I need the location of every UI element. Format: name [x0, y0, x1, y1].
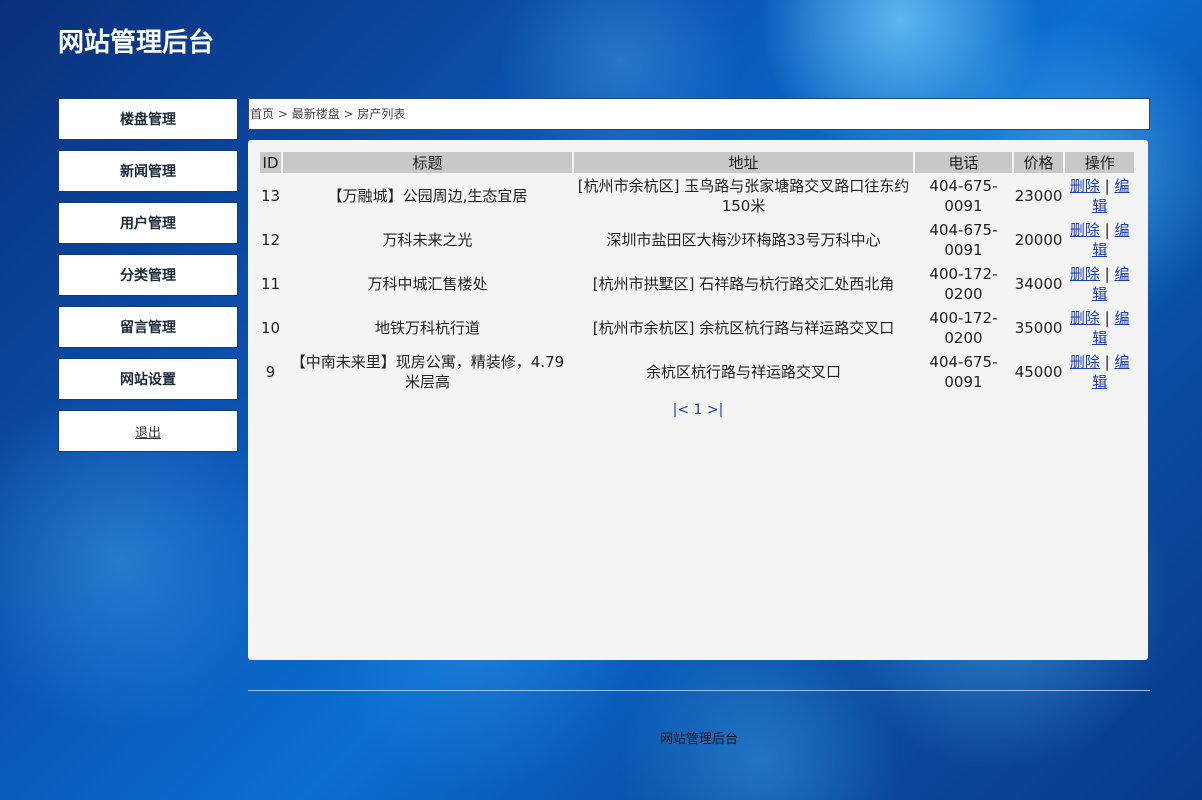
table-row: 12 万科未来之光 深圳市盐田区大梅沙环梅路33号万科中心 404-675-00…: [260, 219, 1134, 261]
ops-separator: |: [1104, 221, 1110, 239]
cell-operations: 删除 | 编辑: [1065, 175, 1134, 217]
cell-title: 地铁万科杭行道: [374, 319, 480, 337]
cell-id: 10: [261, 319, 281, 337]
cell-price: 23000: [1014, 187, 1063, 205]
delete-link[interactable]: 删除: [1070, 353, 1100, 371]
ops-separator: |: [1104, 265, 1110, 283]
column-header-phone: 电话: [915, 152, 1012, 173]
ops-separator: |: [1104, 309, 1110, 327]
cell-phone: 404-675-0091: [929, 221, 998, 259]
cell-id: 13: [261, 187, 281, 205]
table-row: 9 【中南未来里】现房公寓，精装修，4.79米层高 余杭区杭行路与祥运路交叉口 …: [260, 351, 1134, 393]
table-row: 10 地铁万科杭行道 [杭州市余杭区] 余杭区杭行路与祥运路交叉口 400-17…: [260, 307, 1134, 349]
pager-last-link[interactable]: >|: [707, 402, 723, 418]
cell-price: 34000: [1014, 275, 1063, 293]
column-header-operations: 操作: [1065, 152, 1134, 173]
pager-first-link[interactable]: |<: [673, 402, 689, 418]
sidebar-item-category-management[interactable]: 分类管理: [58, 254, 238, 296]
cell-id: 12: [261, 231, 281, 249]
table-row: 11 万科中城汇售楼处 [杭州市拱墅区] 石祥路与杭行路交汇处西北角 400-1…: [260, 263, 1134, 305]
cell-title: 万科未来之光: [382, 231, 473, 249]
ops-separator: |: [1104, 177, 1110, 195]
footer-text: 网站管理后台: [659, 732, 738, 747]
cell-operations: 删除 | 编辑: [1065, 351, 1134, 393]
cell-operations: 删除 | 编辑: [1065, 307, 1134, 349]
pager-page-link[interactable]: 1: [694, 402, 703, 418]
breadcrumb: 首页 > 最新楼盘 > 房产列表: [248, 98, 1150, 130]
column-header-id: ID: [260, 152, 282, 173]
cell-phone: 400-172-0200: [929, 265, 998, 303]
cell-operations: 删除 | 编辑: [1065, 263, 1134, 305]
table-header-row: ID 标题 地址 电话 价格 操作: [260, 152, 1134, 173]
column-header-address: 地址: [573, 152, 914, 173]
property-table: ID 标题 地址 电话 价格 操作 13 【万融城】公园周边,生态宜居 [杭州市…: [258, 150, 1136, 395]
cell-address: [杭州市余杭区] 余杭区杭行路与祥运路交叉口: [592, 319, 895, 337]
content-panel: ID 标题 地址 电话 价格 操作 13 【万融城】公园周边,生态宜居 [杭州市…: [248, 140, 1148, 660]
cell-phone: 400-172-0200: [929, 309, 998, 347]
delete-link[interactable]: 删除: [1070, 265, 1100, 283]
footer-divider: [248, 690, 1150, 691]
cell-price: 35000: [1014, 319, 1063, 337]
site-title: 网站管理后台: [58, 28, 215, 58]
cell-address: [杭州市余杭区] 玉鸟路与张家塘路交叉路口往东约150米: [577, 177, 910, 215]
sidebar-item-news-management[interactable]: 新闻管理: [58, 150, 238, 192]
ops-separator: |: [1104, 353, 1110, 371]
delete-link[interactable]: 删除: [1070, 221, 1100, 239]
cell-address: [杭州市拱墅区] 石祥路与杭行路交汇处西北角: [592, 275, 895, 293]
cell-address: 余杭区杭行路与祥运路交叉口: [646, 363, 842, 381]
cell-address: 深圳市盐田区大梅沙环梅路33号万科中心: [606, 231, 881, 249]
breadcrumb-section-link[interactable]: 最新楼盘: [292, 107, 340, 121]
pagination: |< 1 >|: [248, 402, 1148, 418]
cell-operations: 删除 | 编辑: [1065, 219, 1134, 261]
cell-price: 20000: [1014, 231, 1063, 249]
breadcrumb-current: 房产列表: [357, 107, 406, 121]
breadcrumb-home-link[interactable]: 首页: [250, 107, 274, 121]
sidebar-nav: 楼盘管理 新闻管理 用户管理 分类管理 留言管理 网站设置 退出: [58, 98, 238, 462]
sidebar-item-property-management[interactable]: 楼盘管理: [58, 98, 238, 140]
logout-link[interactable]: 退出: [58, 410, 238, 452]
delete-link[interactable]: 删除: [1070, 309, 1100, 327]
column-header-price: 价格: [1013, 152, 1064, 173]
breadcrumb-separator: >: [274, 107, 292, 121]
cell-id: 11: [261, 275, 281, 293]
cell-title: 【万融城】公园周边,生态宜居: [327, 187, 528, 205]
sidebar-item-message-management[interactable]: 留言管理: [58, 306, 238, 348]
cell-phone: 404-675-0091: [929, 177, 998, 215]
cell-title: 万科中城汇售楼处: [367, 275, 488, 293]
delete-link[interactable]: 删除: [1070, 177, 1100, 195]
cell-phone: 404-675-0091: [929, 353, 998, 391]
breadcrumb-separator: >: [339, 107, 358, 121]
sidebar-item-user-management[interactable]: 用户管理: [58, 202, 238, 244]
sidebar-item-site-settings[interactable]: 网站设置: [58, 358, 238, 400]
table-row: 13 【万融城】公园周边,生态宜居 [杭州市余杭区] 玉鸟路与张家塘路交叉路口往…: [260, 175, 1134, 217]
column-header-title: 标题: [283, 152, 572, 173]
cell-title: 【中南未来里】现房公寓，精装修，4.79米层高: [290, 353, 565, 391]
cell-id: 9: [265, 363, 276, 381]
cell-price: 45000: [1014, 363, 1063, 381]
